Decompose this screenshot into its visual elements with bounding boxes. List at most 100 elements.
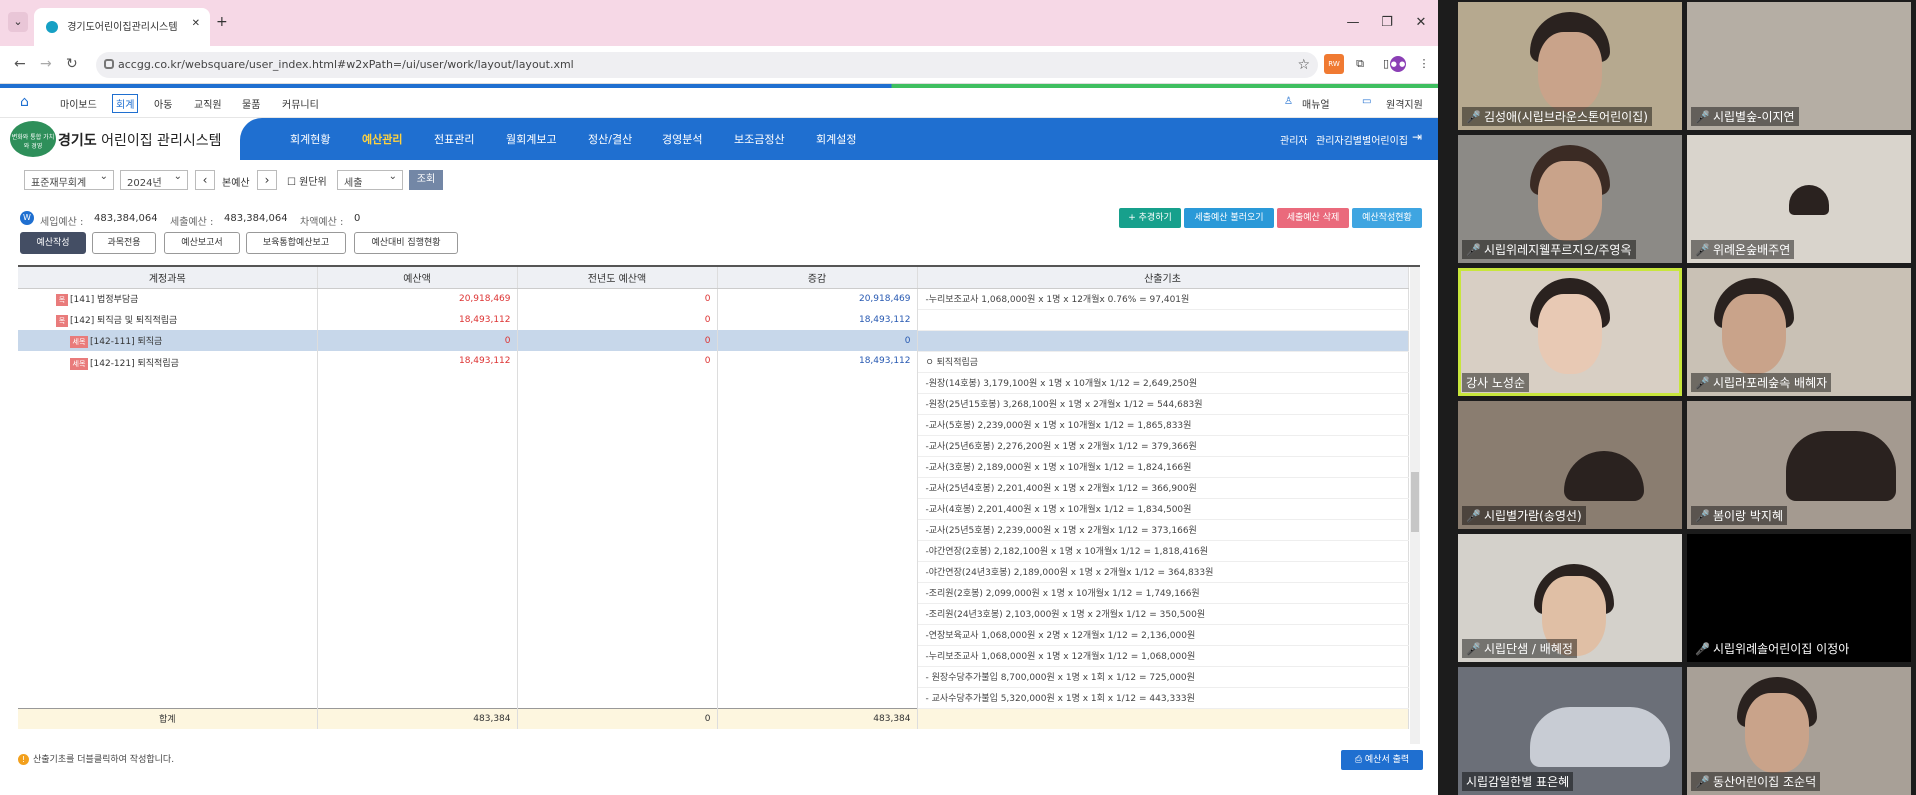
tab-budget-report[interactable]: 예산보고서 (164, 232, 240, 254)
col-header-diff[interactable]: 증감 (717, 267, 918, 289)
col-header-account[interactable]: 계정과목 (18, 267, 318, 289)
print-budget-button[interactable]: ⎙ 예산서 출력 (1341, 750, 1423, 770)
budget-cell[interactable]: 0 (317, 330, 518, 351)
basis-cell[interactable] (917, 309, 1409, 331)
col-header-prev-budget[interactable]: 전년도 예산액 (517, 267, 718, 289)
load-expense-budget-button[interactable]: 세출예산 불러오기 (1184, 208, 1274, 228)
topmenu-item-myboard[interactable]: 마이보드 (60, 96, 97, 111)
basis-line[interactable]: -교사(3호봉) 2,189,000원 x 1명 x 10개월x 1/12 = … (917, 456, 1409, 478)
remote-support-link[interactable]: 원격지원 (1386, 96, 1423, 111)
nav-voucher-management[interactable]: 전표관리 (434, 131, 474, 147)
basis-line[interactable]: - 원장수당추가불입 8,700,000원 x 1명 x 1회 x 1/12 =… (917, 666, 1409, 688)
nav-settlement[interactable]: 정산/결산 (588, 131, 632, 147)
participant-tile[interactable]: 🎤 시립위례솔어린이집 이정아 (1687, 534, 1911, 662)
table-row[interactable]: 목 [142] 퇴직금 및 퇴직적립금 18,493,112 0 18,493,1… (18, 309, 1409, 331)
basis-line[interactable]: -원장(25년15호봉) 3,268,100원 x 1명 x 2개월x 1/12… (917, 393, 1409, 415)
table-row-selected[interactable]: 세목 [142-111] 퇴직금 0 0 0 (18, 330, 1409, 352)
nav-accounting-settings[interactable]: 회계설정 (816, 131, 856, 147)
basis-line[interactable]: -누리보조교사 1,068,000원 x 1명 x 12개월x 1/12 = 1… (917, 645, 1409, 667)
unit-checkbox[interactable]: ☐ 원단위 (287, 173, 327, 188)
manual-icon[interactable]: ♙ (1284, 96, 1293, 107)
gyeonggi-logo[interactable]: 변화와 통합 가치와 경영 (10, 121, 56, 157)
table-row[interactable]: 목 [141] 법정부담금 20,918,469 0 20,918,469 -누리… (18, 288, 1409, 310)
topmenu-item-accounting[interactable]: 회계 (112, 94, 139, 113)
extensions-puzzle-icon[interactable]: ⧉ (1350, 54, 1370, 74)
browser-tab[interactable]: 경기도어린이집관리시스템 ✕ (34, 8, 210, 46)
participant-tile-speaking[interactable]: 강사 노성순 (1458, 268, 1682, 396)
tab-integrated-budget-report[interactable]: 보육통합예산보고 (246, 232, 346, 254)
budget-status-button[interactable]: 예산작성현황 (1352, 208, 1422, 228)
back-icon[interactable]: ← (14, 56, 26, 72)
nav-management-analysis[interactable]: 경영분석 (662, 131, 702, 147)
topmenu-item-goods[interactable]: 물품 (242, 96, 260, 111)
basis-cell[interactable] (917, 330, 1409, 352)
participant-tile[interactable]: 🎤 시립라포레숲속 배혜자 (1687, 268, 1911, 396)
basis-cell[interactable]: ㅇ 퇴직적립금 (917, 351, 1409, 373)
basis-line[interactable]: -조리원(2호봉) 2,099,000원 x 1명 x 10개월x 1/12 =… (917, 582, 1409, 604)
topmenu-item-community[interactable]: 커뮤니티 (282, 96, 319, 111)
participant-tile[interactable]: 🎤 동산어린이집 조순덕 (1687, 667, 1911, 795)
nav-accounting-status[interactable]: 회계현황 (290, 131, 330, 147)
category-select[interactable]: 세출 (337, 170, 403, 190)
reload-icon[interactable]: ↻ (66, 56, 78, 72)
minimize-icon[interactable]: — (1336, 0, 1370, 46)
basis-line[interactable]: -교사(4호봉) 2,201,400원 x 1명 x 10개월x 1/12 = … (917, 498, 1409, 520)
restore-icon[interactable]: ❐ (1370, 0, 1404, 46)
basis-line[interactable]: -교사(5호봉) 2,239,000원 x 1명 x 10개월x 1/12 = … (917, 414, 1409, 436)
topmenu-item-children[interactable]: 아동 (154, 96, 172, 111)
col-header-basis[interactable]: 산출기초 (917, 267, 1409, 289)
participant-tile[interactable]: 🎤 시립단샘 / 배혜정 (1458, 534, 1682, 662)
nav-subsidy-settlement[interactable]: 보조금정산 (734, 131, 785, 147)
scrollbar-thumb[interactable] (1411, 472, 1419, 532)
basis-line[interactable]: -교사(25년6호봉) 2,276,200원 x 1명 x 2개월x 1/12 … (917, 435, 1409, 457)
basis-line[interactable]: -야간연장(24년3호봉) 2,189,000원 x 1명 x 2개월x 1/1… (917, 561, 1409, 583)
basis-line[interactable]: -교사(25년5호봉) 2,239,000원 x 1명 x 2개월x 1/12 … (917, 519, 1409, 541)
logout-icon[interactable]: ⇥ (1412, 130, 1422, 144)
query-button[interactable]: 조회 (409, 170, 443, 190)
close-window-icon[interactable]: ✕ (1404, 0, 1438, 46)
participant-tile[interactable]: 🎤 김성애(시립브라운스톤어린이집) (1458, 2, 1682, 130)
budget-cell[interactable]: 18,493,112 (317, 351, 518, 708)
remote-support-icon[interactable]: ▭ (1362, 96, 1371, 107)
bookmark-star-icon[interactable]: ☆ (1297, 52, 1310, 78)
profile-avatar[interactable]: ● ● (1390, 56, 1406, 72)
prev-budget-button[interactable]: ‹ (195, 170, 215, 190)
grid-scrollbar[interactable] (1410, 267, 1420, 744)
close-tab-icon[interactable]: ✕ (192, 18, 200, 29)
basis-line[interactable]: -원장(14호봉) 3,179,100원 x 1명 x 10개월x 1/12 =… (917, 372, 1409, 394)
participant-tile[interactable]: 🎤 시립별숲-이지연 (1687, 2, 1911, 130)
next-budget-button[interactable]: › (257, 170, 277, 190)
participant-tile[interactable]: 시립감일한별 표은혜 (1458, 667, 1682, 795)
participant-tile[interactable]: 🎤 시립위레지웰푸르지오/주영옥 (1458, 135, 1682, 263)
participant-tile[interactable]: 🎤 시립별가람(송영선) (1458, 401, 1682, 529)
url-field[interactable]: accgg.co.kr/websquare/user_index.html#w2… (96, 52, 1318, 78)
basis-cell[interactable]: -누리보조교사 1,068,000원 x 1명 x 12개월x 0.76% = … (917, 288, 1409, 310)
delete-expense-budget-button[interactable]: 세출예산 삭제 (1277, 208, 1349, 228)
extension-icon[interactable]: RW (1324, 54, 1344, 74)
nav-monthly-report[interactable]: 월회계보고 (506, 131, 557, 147)
tab-budget-write[interactable]: 예산작성 (20, 232, 86, 254)
basis-line[interactable]: -조리원(24년3호봉) 2,103,000원 x 1명 x 2개월x 1/12… (917, 603, 1409, 625)
new-tab-icon[interactable]: + (216, 14, 228, 30)
site-info-icon[interactable] (104, 59, 114, 69)
tab-account-transfer[interactable]: 과목전용 (92, 232, 156, 254)
manual-link[interactable]: 매뉴얼 (1302, 96, 1330, 111)
supplementary-budget-button[interactable]: + 추경하기 (1119, 208, 1181, 228)
col-header-budget[interactable]: 예산액 (317, 267, 518, 289)
basis-line[interactable]: -연장보육교사 1,068,000원 x 2명 x 12개월x 1/12 = 2… (917, 624, 1409, 646)
budget-cell[interactable]: 20,918,469 (317, 288, 518, 309)
participant-tile[interactable]: 🎤 위례온숲배주연 (1687, 135, 1911, 263)
year-select[interactable]: 2024년 (120, 170, 188, 190)
basis-line[interactable]: - 교사수당추가불입 5,320,000원 x 1명 x 1회 x 1/12 =… (917, 687, 1409, 709)
accounting-type-select[interactable]: 표준재무회계 (24, 170, 114, 190)
more-menu-icon[interactable]: ⋮ (1414, 54, 1434, 74)
topmenu-item-staff[interactable]: 교직원 (194, 96, 222, 111)
basis-line[interactable]: -야간연장(2호봉) 2,182,100원 x 1명 x 10개월x 1/12 … (917, 540, 1409, 562)
basis-line[interactable]: -교사(25년4호봉) 2,201,400원 x 1명 x 2개월x 1/12 … (917, 477, 1409, 499)
tab-budget-execution[interactable]: 예산대비 집행현황 (354, 232, 458, 254)
budget-cell[interactable]: 18,493,112 (317, 309, 518, 330)
forward-icon[interactable]: → (40, 56, 52, 72)
participant-tile[interactable]: 🎤 봄이랑 박지혜 (1687, 401, 1911, 529)
table-row[interactable]: 세목 [142-121] 퇴직적립금 18,493,112 0 18,493,11… (18, 351, 1409, 708)
home-icon[interactable]: ⌂ (20, 94, 36, 110)
